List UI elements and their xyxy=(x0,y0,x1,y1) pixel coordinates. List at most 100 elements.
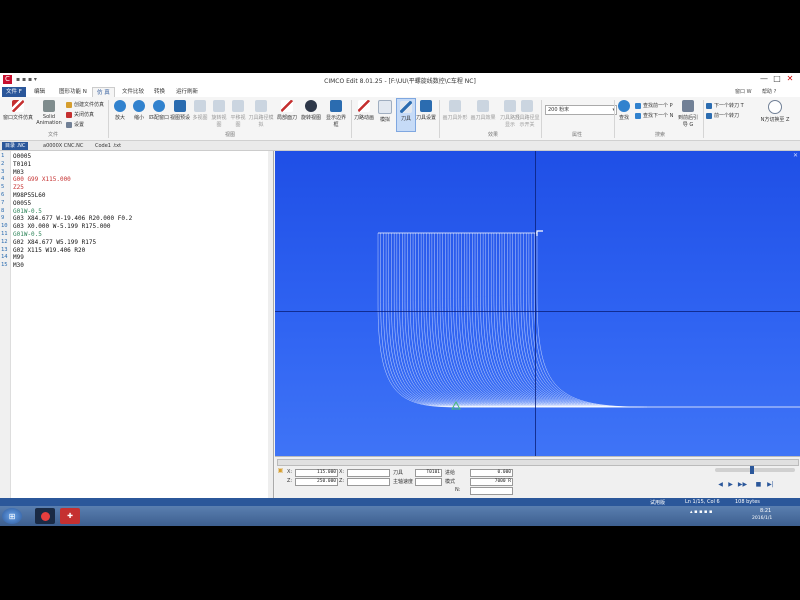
multi-view-button[interactable]: 多视图 xyxy=(191,100,209,121)
tool-animation-button[interactable]: 刀路动画 xyxy=(354,100,374,121)
play-button[interactable]: ▶ xyxy=(727,481,734,488)
toolpath-pass xyxy=(525,233,634,408)
toolpath-pass xyxy=(507,233,611,408)
settings-button[interactable]: 设置 xyxy=(66,121,84,128)
title-bar: C ▪ ▪ ▪ ▾ CIMCO Edit 8.01.25 - [F:\UU\平螺… xyxy=(0,73,800,87)
tab-graphics[interactable]: 图形功能 N xyxy=(55,87,91,97)
code-line[interactable]: Z25 xyxy=(13,184,24,191)
group-label-file: 文件 xyxy=(48,132,59,138)
simulation-viewport[interactable]: ✕ xyxy=(275,151,800,456)
tab-edit[interactable]: 编辑 xyxy=(30,87,49,97)
menu-window[interactable]: 窗口 W xyxy=(735,88,752,95)
find-next-button[interactable]: 查找下一个 N xyxy=(635,112,673,119)
group-separator xyxy=(108,100,109,138)
create-sim-button[interactable]: 创建文件仿真 xyxy=(66,101,104,108)
doc-tab-2[interactable]: a0000X CNC.NC xyxy=(40,142,86,150)
menu-help[interactable]: 帮助 ? xyxy=(762,88,776,95)
code-line[interactable]: G01W-0.5 xyxy=(13,208,42,215)
tool-settings-button[interactable]: 刀具设置 xyxy=(416,100,436,121)
code-line[interactable]: G01W-0.5 xyxy=(13,231,42,238)
toolpath-pass xyxy=(415,233,500,408)
rotate-view-2-label: 旋转视图 xyxy=(300,115,321,121)
prev-tool-change-label: 前一个转刀 xyxy=(714,113,740,119)
next-tool-change-button[interactable]: 下一个转刀 T xyxy=(706,102,744,109)
code-line[interactable]: G03 X84.677 W-19.406 R20.000 F0.2 xyxy=(13,215,132,222)
rotate-view-button[interactable]: 旋转视图 xyxy=(210,100,228,128)
code-line[interactable]: G00 G99 X115.000 xyxy=(13,176,71,183)
code-line[interactable]: O0005 xyxy=(13,153,31,160)
zoom-in-button[interactable]: 放大 xyxy=(111,100,129,121)
local-face-button[interactable]: 局部面刀 xyxy=(276,100,298,121)
close-sim-button[interactable]: 关闭仿真 xyxy=(66,111,94,118)
toolpath-pass xyxy=(474,233,572,408)
solid-icon xyxy=(43,100,55,112)
draw-tool-shape-button[interactable]: 画刀具外形 xyxy=(442,100,468,121)
draw-tool-effect-button[interactable]: 画刀具效果 xyxy=(470,100,496,121)
speed-slider-thumb[interactable] xyxy=(750,466,754,474)
taskbar-app-record[interactable] xyxy=(35,508,55,524)
code-line[interactable]: G02 X115 W19.406 R20 xyxy=(13,247,85,254)
tab-run-refresh[interactable]: 运行刷新 xyxy=(172,87,202,97)
code-line[interactable]: M98P55L60 xyxy=(13,192,46,199)
pan-view-button[interactable]: 平移视图 xyxy=(229,100,247,128)
zoom-out-button[interactable]: 缩小 xyxy=(130,100,148,121)
code-line[interactable]: O0055 xyxy=(13,200,31,207)
bounding-box-button[interactable]: 显示边界框 xyxy=(324,100,348,128)
stop-button[interactable]: ■ xyxy=(755,481,762,488)
cursor-position: Ln 1/15, Col 6 xyxy=(685,499,720,505)
nc-code-editor[interactable]: 1 O0005 2 T0101 3 M03 4 G00 G99 X115.000 5 Z25 6 M9… xyxy=(0,151,274,498)
sim-icon xyxy=(66,101,72,108)
toolpath-pass xyxy=(437,233,526,408)
prev-tool-change-button[interactable]: 前一个转刀 xyxy=(706,112,739,119)
fit-window-icon xyxy=(153,100,165,112)
taskbar-app-cimco[interactable]: ✚ xyxy=(60,508,80,524)
rewind-button[interactable]: ◀ xyxy=(717,481,724,488)
doc-tab-1[interactable]: 目录 .NC xyxy=(2,142,29,150)
toolpath-pass xyxy=(418,233,503,408)
tool-button[interactable]: 刀具 xyxy=(396,98,416,132)
rotate-view-icon xyxy=(213,100,225,112)
code-line[interactable]: M03 xyxy=(13,169,24,176)
speed-slider[interactable] xyxy=(715,466,795,474)
open-window-sim-button[interactable]: 窗口文件仿真 xyxy=(3,100,33,121)
group-separator xyxy=(439,100,440,138)
goto-guide-button[interactable]: 到前后引导 G xyxy=(676,100,700,128)
solid-animation-button[interactable]: Solid Animation xyxy=(34,100,64,126)
toolpath-pass xyxy=(523,233,631,408)
toolpath-sim-button[interactable]: 刀具路径模拟 xyxy=(248,100,274,128)
start-button[interactable]: ⊞ xyxy=(2,508,22,524)
find-button[interactable]: 查找 xyxy=(617,100,631,121)
tab-file[interactable]: 文件 F xyxy=(2,87,26,97)
toolpath-pass xyxy=(536,233,648,408)
doc-tab-3[interactable]: Code1 .txt xyxy=(92,142,124,150)
toolpath-toggle-button[interactable]: 刀具路径显示开关 xyxy=(513,100,541,128)
tray-icons[interactable]: ▴ ▪ ▪ ▪ ▪ xyxy=(690,509,712,515)
editor-scrollbar[interactable] xyxy=(268,151,273,498)
fit-window-button[interactable]: 匹配窗口 xyxy=(149,100,169,121)
close-button[interactable]: ✕ xyxy=(784,74,796,83)
clock-time[interactable]: 8:21 xyxy=(760,508,771,514)
sim-progress-bar[interactable] xyxy=(277,459,799,466)
minimize-button[interactable]: — xyxy=(758,74,770,83)
group-separator xyxy=(703,100,704,138)
pan-view-label: 平移视图 xyxy=(230,115,246,128)
code-line[interactable]: M30 xyxy=(13,262,24,269)
view-preset-button[interactable]: 视图预设 xyxy=(170,100,190,121)
switch-direction-button[interactable]: N方切换至 Z xyxy=(760,100,790,123)
step-end-button[interactable]: ▶| xyxy=(767,481,774,488)
simulate-button[interactable]: 模拟 xyxy=(376,100,394,123)
code-line[interactable]: T0101 xyxy=(13,161,31,168)
rotate-view-2-button[interactable]: 旋转视图 xyxy=(300,100,322,121)
code-line[interactable]: G03 X0.000 W-5.199 R175.000 xyxy=(13,223,111,230)
find-prev-button[interactable]: 查找前一个 P xyxy=(635,102,673,109)
attribute-combo[interactable]: 200 粉末 ▾ xyxy=(545,105,617,115)
toolpath-pass xyxy=(423,233,509,408)
tab-convert[interactable]: 转换 xyxy=(150,87,169,97)
gear-icon xyxy=(66,121,72,128)
code-line[interactable]: M99 xyxy=(13,254,24,261)
maximize-button[interactable]: □ xyxy=(771,74,783,83)
fast-forward-button[interactable]: ▶▶ xyxy=(738,481,747,488)
viewport-close-icon[interactable]: ✕ xyxy=(793,152,798,159)
tab-file-compare[interactable]: 文件比较 xyxy=(118,87,148,97)
code-line[interactable]: G02 X84.677 W5.199 R175 xyxy=(13,239,96,246)
